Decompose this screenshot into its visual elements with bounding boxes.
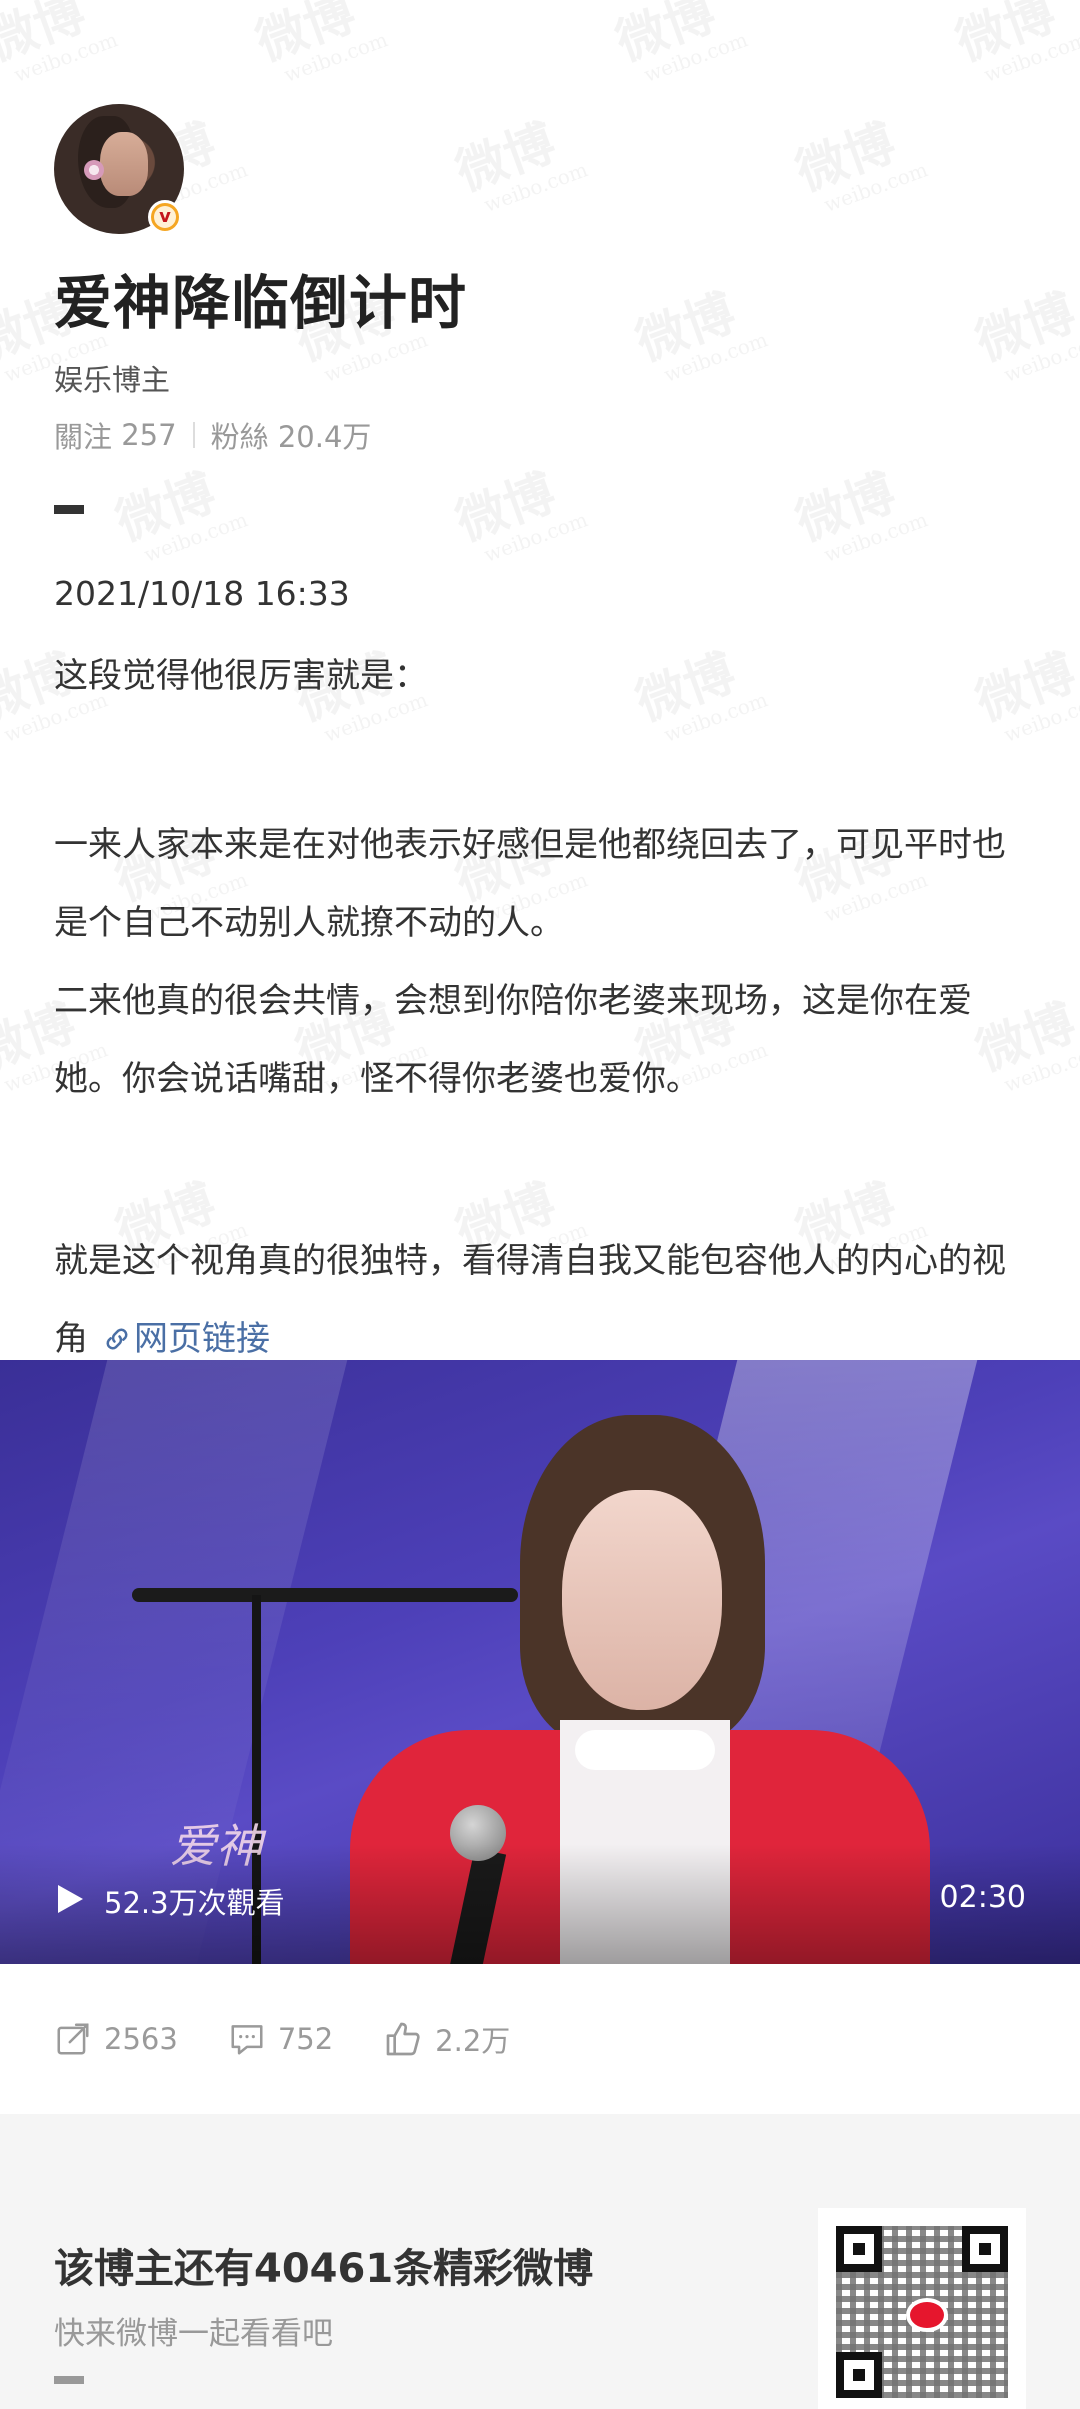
- watermark: 微博weibo.com: [628, 283, 771, 387]
- comment-count: 752: [277, 2022, 334, 2056]
- stats-divider: [192, 422, 195, 448]
- profile-stats: 關注 257 粉絲 20.4万: [54, 414, 371, 456]
- watermark: 微博weibo.com: [788, 113, 931, 217]
- comment-button[interactable]: 752: [228, 2020, 333, 2058]
- footer-subtitle: 快来微博一起看看吧: [54, 2316, 333, 2352]
- performer-face: [562, 1490, 722, 1710]
- verified-badge-icon: v: [148, 200, 182, 234]
- post-spacer: [54, 1170, 1034, 1222]
- followers-count[interactable]: 20.4万: [278, 414, 372, 456]
- post-spacer: [54, 754, 1034, 806]
- post-line: 这段觉得他很厉害就是：: [54, 656, 428, 696]
- action-bar: 2563 752 2.2万: [54, 2018, 560, 2060]
- web-link[interactable]: 网页链接: [88, 1319, 270, 1359]
- following-count[interactable]: 257: [121, 418, 176, 452]
- followers-label[interactable]: 粉絲: [211, 414, 269, 456]
- video-player[interactable]: 爱神 52.3万次觀看 02:30: [0, 1360, 1080, 1964]
- footer-divider: [54, 2376, 84, 2384]
- watermark: 微博weibo.com: [448, 463, 591, 567]
- avatar-face: [100, 132, 148, 196]
- qr-finder: [836, 2226, 882, 2272]
- profile-name[interactable]: 爱神降临倒计时: [54, 256, 467, 340]
- footer-banner[interactable]: 该博主还有40461条精彩微博 快来微博一起看看吧: [0, 2114, 1080, 2409]
- repost-icon: [57, 2023, 89, 2055]
- watermark: 微博weibo.com: [948, 0, 1080, 87]
- watermark: 微博weibo.com: [108, 463, 251, 567]
- footer-title: 该博主还有40461条精彩微博: [54, 2246, 594, 2292]
- watermark: 微博weibo.com: [788, 463, 931, 567]
- watermark: 微博weibo.com: [608, 0, 751, 87]
- qr-code[interactable]: [818, 2208, 1026, 2409]
- following-label[interactable]: 關注: [54, 414, 112, 456]
- watermark: 微博weibo.com: [248, 0, 391, 87]
- weibo-logo-icon: [906, 2298, 948, 2332]
- watermark: 微博weibo.com: [968, 283, 1080, 387]
- post-spacer: [54, 1118, 1034, 1170]
- web-link-label[interactable]: 网页链接: [134, 1319, 270, 1359]
- post-spacer: [54, 702, 1034, 754]
- post-line: 一来人家本来是在对他表示好感但是他都绕回去了，可见平时也是个自己不动别人就撩不动…: [54, 825, 1006, 943]
- performer-bowtie: [575, 1730, 715, 1770]
- repost-button[interactable]: 2563: [54, 2020, 178, 2058]
- qr-finder: [836, 2352, 882, 2398]
- qr-finder: [962, 2226, 1008, 2272]
- post-line: 二来他真的很会共情，会想到你陪你老婆来现场，这是你在爱她。你会说话嘴甜，怪不得你…: [54, 981, 972, 1099]
- repost-count: 2563: [104, 2022, 178, 2056]
- watermark: 微博weibo.com: [0, 0, 121, 87]
- like-icon: [386, 2022, 420, 2056]
- like-button[interactable]: 2.2万: [383, 2018, 510, 2060]
- comment-icon: [231, 2025, 263, 2055]
- play-icon[interactable]: [58, 1885, 83, 1913]
- post-paragraph: 就是这个视角真的很独特，看得清自我又能包容他人的内心的视角 网页链接: [54, 1222, 1034, 1378]
- watermark: 微博weibo.com: [448, 113, 591, 217]
- link-icon: [106, 1328, 128, 1350]
- like-count: 2.2万: [435, 2024, 511, 2058]
- post-date: 2021/10/18 16:33: [54, 574, 350, 613]
- avatar-flower: [84, 160, 104, 180]
- profile-category: 娱乐博主: [54, 363, 171, 397]
- video-views: 52.3万次觀看: [104, 1886, 285, 1920]
- mic-stand-arm: [132, 1588, 518, 1602]
- section-divider: [54, 505, 84, 514]
- video-duration: 02:30: [939, 1880, 1026, 1915]
- post-content: 这段觉得他很厉害就是： 一来人家本来是在对他表示好感但是他都绕回去了，可见平时也…: [54, 650, 1034, 1378]
